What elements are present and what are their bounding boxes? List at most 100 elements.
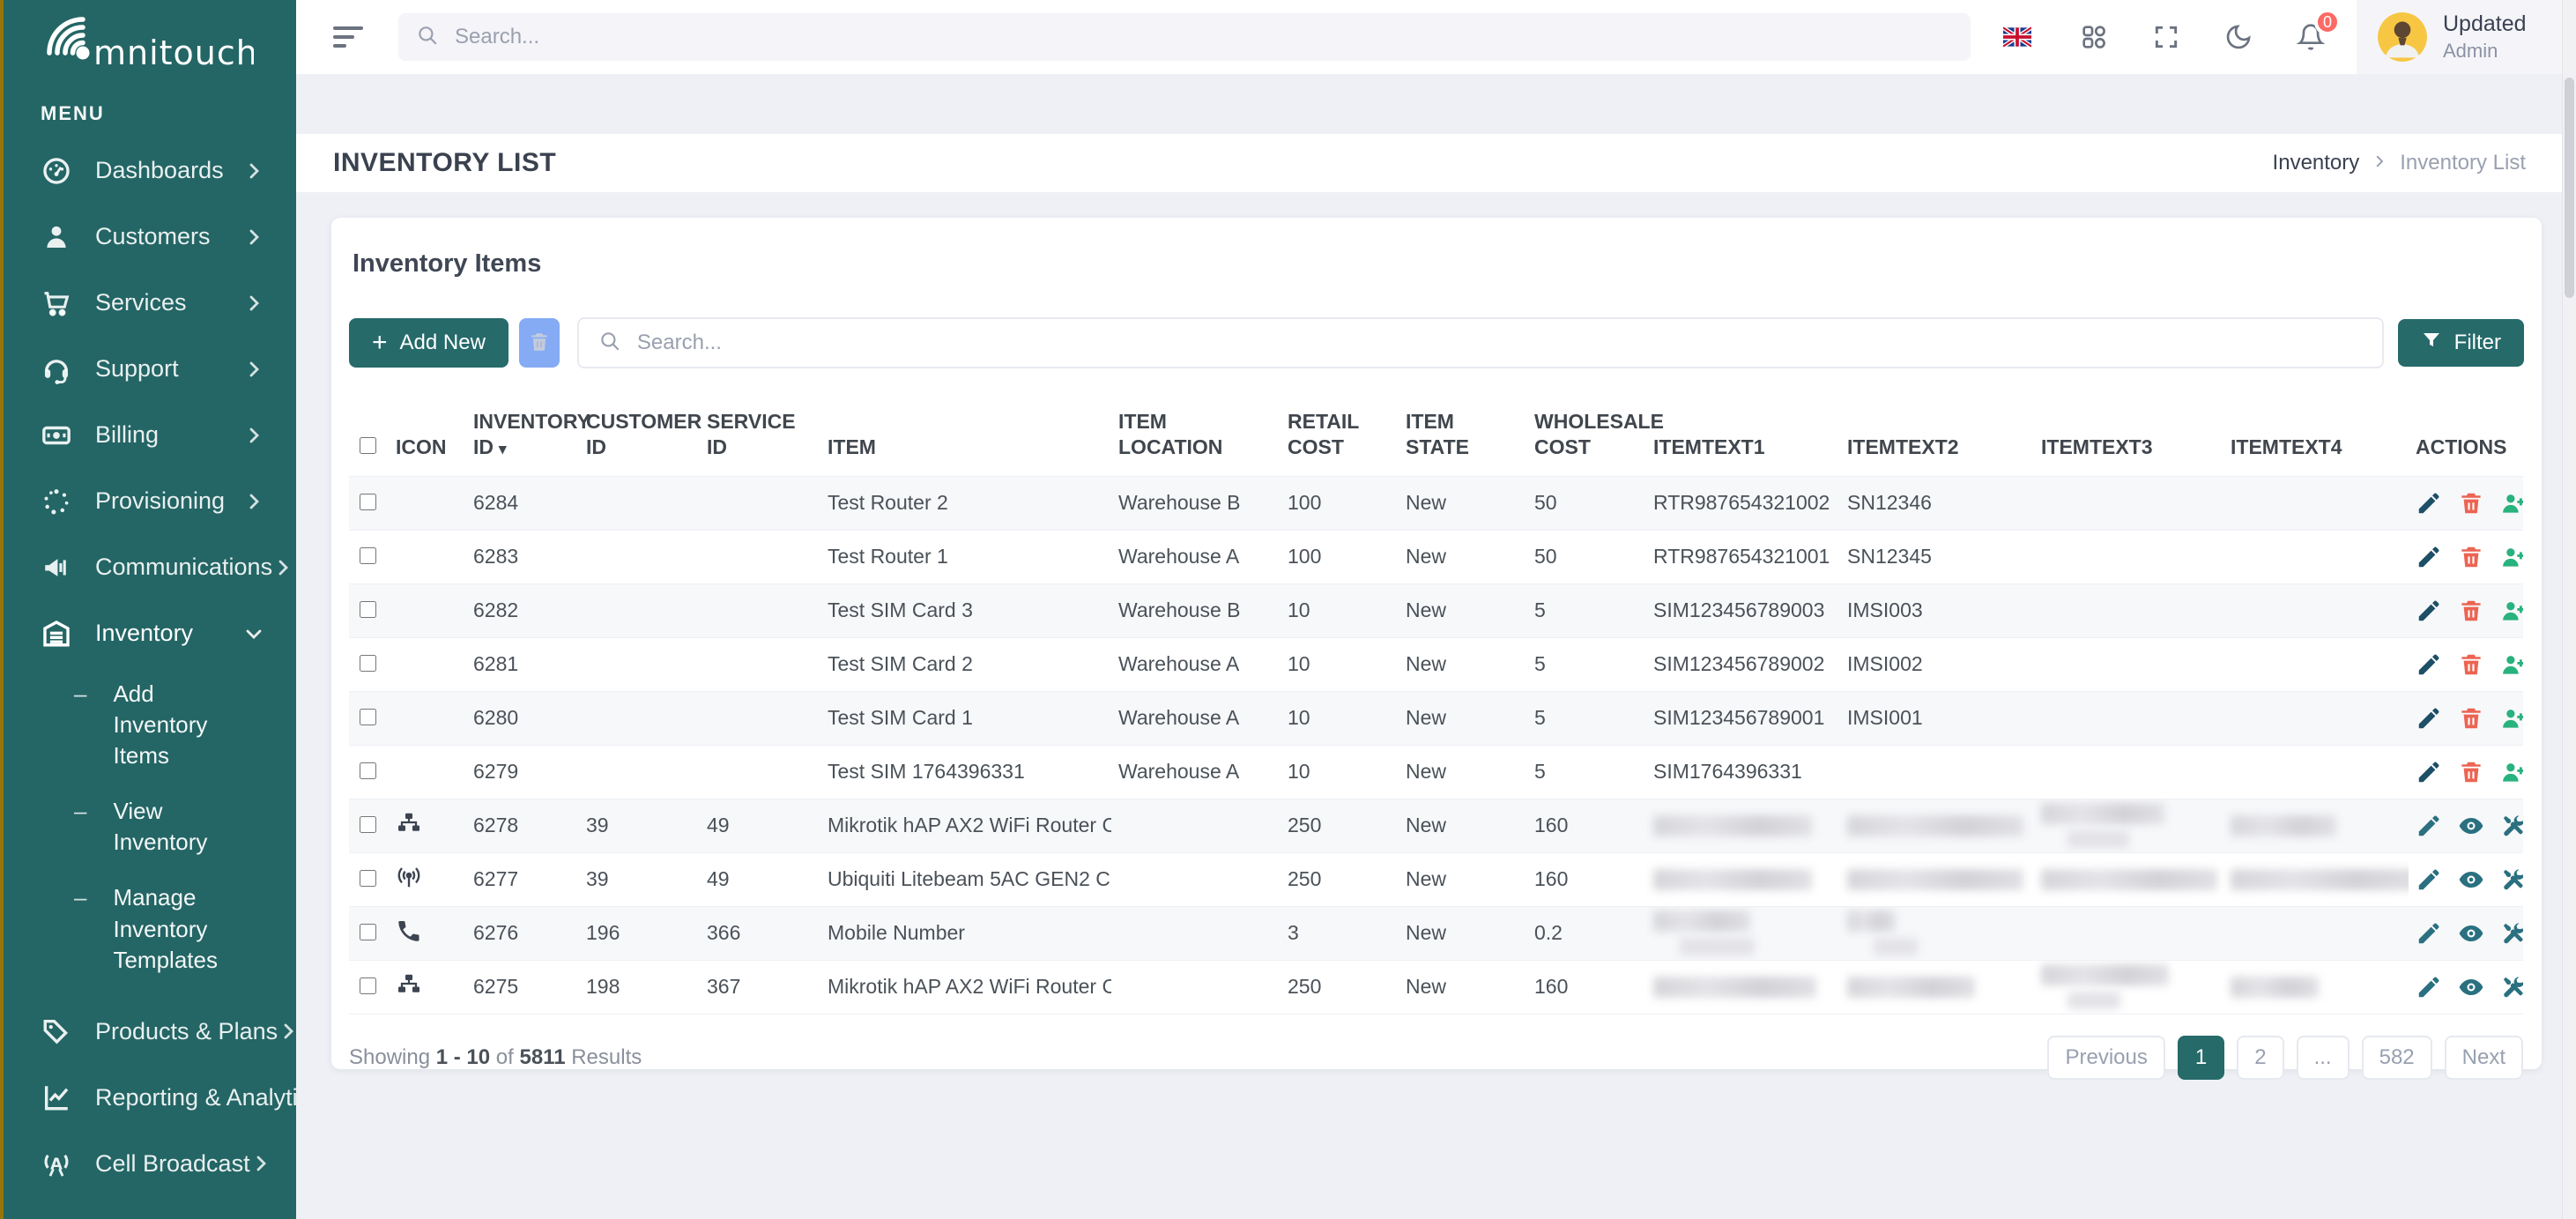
sidebar-subitem-manage-inventory-templates[interactable]: –Manage Inventory Templates — [0, 870, 296, 987]
row-checkbox[interactable] — [360, 655, 376, 672]
user-menu[interactable]: Updated Admin — [2357, 0, 2563, 74]
cell-checkbox — [349, 530, 389, 583]
add-new-button[interactable]: + Add New — [349, 318, 509, 368]
pencil-icon-action[interactable] — [2416, 705, 2442, 732]
row-checkbox[interactable] — [360, 494, 376, 510]
column-header-customer-id[interactable]: CUSTOMER ID — [579, 402, 700, 476]
pencil-icon-action[interactable] — [2416, 651, 2442, 678]
cell-item: Test SIM Card 1 — [820, 691, 1111, 745]
page-button-2[interactable]: 2 — [2237, 1036, 2283, 1080]
column-header-service-id[interactable]: SERVICE ID — [700, 402, 820, 476]
pencil-icon-action[interactable] — [2416, 490, 2442, 517]
bulk-delete-button[interactable] — [519, 318, 560, 368]
sidebar-item-label: Products & Plans — [95, 1018, 278, 1045]
breadcrumb-inventory[interactable]: Inventory — [2273, 151, 2360, 175]
cell-icon — [389, 799, 466, 852]
eye-icon-action[interactable] — [2458, 920, 2484, 947]
pencil-icon-action[interactable] — [2416, 866, 2442, 893]
pencil-icon-action[interactable] — [2416, 813, 2442, 839]
column-header-itemtext3[interactable]: ITEMTEXT3 — [2034, 402, 2223, 476]
column-header-itemtext4[interactable]: ITEMTEXT4 — [2223, 402, 2409, 476]
pencil-icon-action[interactable] — [2416, 544, 2442, 570]
global-search-input[interactable] — [453, 24, 1953, 50]
cell-actions — [2409, 960, 2523, 1014]
tools-icon-action[interactable] — [2500, 920, 2523, 947]
trash-icon-action[interactable] — [2458, 651, 2484, 678]
row-checkbox[interactable] — [360, 977, 376, 994]
table-search-input[interactable] — [635, 330, 2363, 356]
sidebar-item-cell-broadcast[interactable]: ACell Broadcast — [0, 1131, 296, 1197]
sidebar-item-customers[interactable]: Customers — [0, 204, 296, 270]
page-button-previous[interactable]: Previous — [2047, 1036, 2164, 1080]
sidebar-subitem-view-inventory[interactable]: –View Inventory — [0, 784, 296, 870]
page-scrollbar[interactable] — [2562, 0, 2576, 1219]
pencil-icon-action[interactable] — [2416, 974, 2442, 1000]
apps-grid-icon[interactable] — [2078, 21, 2110, 53]
column-header-item[interactable]: ITEM — [820, 402, 1111, 476]
eye-icon-action[interactable] — [2458, 813, 2484, 839]
row-checkbox[interactable] — [360, 924, 376, 940]
sidebar-item-product-management[interactable]: Product Management — [0, 1197, 296, 1219]
user-plus-icon-action[interactable] — [2500, 544, 2523, 570]
sidebar-item-services[interactable]: Services — [0, 270, 296, 336]
fullscreen-icon[interactable] — [2150, 21, 2182, 53]
page-button-[interactable]: ... — [2297, 1036, 2350, 1080]
sidebar-item-inventory[interactable]: Inventory — [0, 600, 296, 666]
tools-icon-action[interactable] — [2500, 974, 2523, 1000]
sidebar-item-billing[interactable]: Billing — [0, 402, 296, 468]
column-header-retail-cost[interactable]: RETAIL COST — [1281, 402, 1399, 476]
row-checkbox[interactable] — [360, 816, 376, 833]
eye-icon-action[interactable] — [2458, 866, 2484, 893]
sidebar-item-communications[interactable]: Communications — [0, 534, 296, 600]
column-header-item-state[interactable]: ITEM STATE — [1399, 402, 1527, 476]
dark-mode-moon-icon[interactable] — [2223, 21, 2254, 53]
column-header-itemtext1[interactable]: ITEMTEXT1 — [1646, 402, 1840, 476]
trash-icon-action[interactable] — [2458, 598, 2484, 624]
page-button-582[interactable]: 582 — [2362, 1036, 2432, 1080]
sidebar-subitem-add-inventory-items[interactable]: –Add Inventory Items — [0, 666, 296, 784]
cell-checkbox — [349, 691, 389, 745]
sidebar-item-products-plans[interactable]: Products & Plans — [0, 999, 296, 1065]
user-plus-icon-action[interactable] — [2500, 651, 2523, 678]
pencil-icon-action[interactable] — [2416, 920, 2442, 947]
trash-icon-action[interactable] — [2458, 544, 2484, 570]
scrollbar-thumb[interactable] — [2565, 78, 2574, 298]
user-plus-icon-action[interactable] — [2500, 598, 2523, 624]
cell-item-location: Warehouse A — [1111, 691, 1281, 745]
uk-flag-icon[interactable] — [1997, 23, 2038, 51]
user-plus-icon-action[interactable] — [2500, 705, 2523, 732]
user-plus-icon-action[interactable] — [2500, 490, 2523, 517]
column-header-wholesale-cost[interactable]: WHOLESALE COST — [1527, 402, 1646, 476]
row-checkbox[interactable] — [360, 709, 376, 725]
column-header-actions[interactable]: ACTIONS — [2409, 402, 2523, 476]
pencil-icon-action[interactable] — [2416, 759, 2442, 785]
hamburger-menu-icon[interactable] — [333, 21, 365, 53]
row-checkbox[interactable] — [360, 601, 376, 618]
pencil-icon-action[interactable] — [2416, 598, 2442, 624]
trash-icon-action[interactable] — [2458, 759, 2484, 785]
sidebar-item-reporting-analytics[interactable]: Reporting & Analytics — [0, 1065, 296, 1131]
row-checkbox[interactable] — [360, 762, 376, 779]
sidebar-item-provisioning[interactable]: Provisioning — [0, 468, 296, 534]
omnitouch-logo[interactable]: mnitouch — [0, 0, 296, 72]
column-header-itemtext2[interactable]: ITEMTEXT2 — [1840, 402, 2034, 476]
column-header-inventory-id[interactable]: INVENTORY ID▾ — [466, 402, 579, 476]
row-checkbox[interactable] — [360, 870, 376, 887]
trash-icon-action[interactable] — [2458, 490, 2484, 517]
page-button-1[interactable]: 1 — [2178, 1036, 2224, 1080]
trash-icon-action[interactable] — [2458, 705, 2484, 732]
eye-icon-action[interactable] — [2458, 974, 2484, 1000]
sidebar-item-dashboards[interactable]: Dashboards — [0, 138, 296, 204]
tools-icon-action[interactable] — [2500, 866, 2523, 893]
page-button-next[interactable]: Next — [2445, 1036, 2523, 1080]
filter-button[interactable]: Filter — [2398, 319, 2524, 367]
user-plus-icon-action[interactable] — [2500, 759, 2523, 785]
sidebar-item-support[interactable]: Support — [0, 336, 296, 402]
column-header-icon[interactable]: ICON — [389, 402, 466, 476]
column-header-item-location[interactable]: ITEM LOCATION — [1111, 402, 1281, 476]
row-checkbox[interactable] — [360, 547, 376, 564]
select-all-checkbox[interactable] — [360, 437, 376, 454]
table-header-row: ICONINVENTORY ID▾CUSTOMER IDSERVICE IDIT… — [349, 402, 2523, 476]
notifications-bell-icon[interactable]: 0 — [2295, 21, 2327, 53]
tools-icon-action[interactable] — [2500, 813, 2523, 839]
